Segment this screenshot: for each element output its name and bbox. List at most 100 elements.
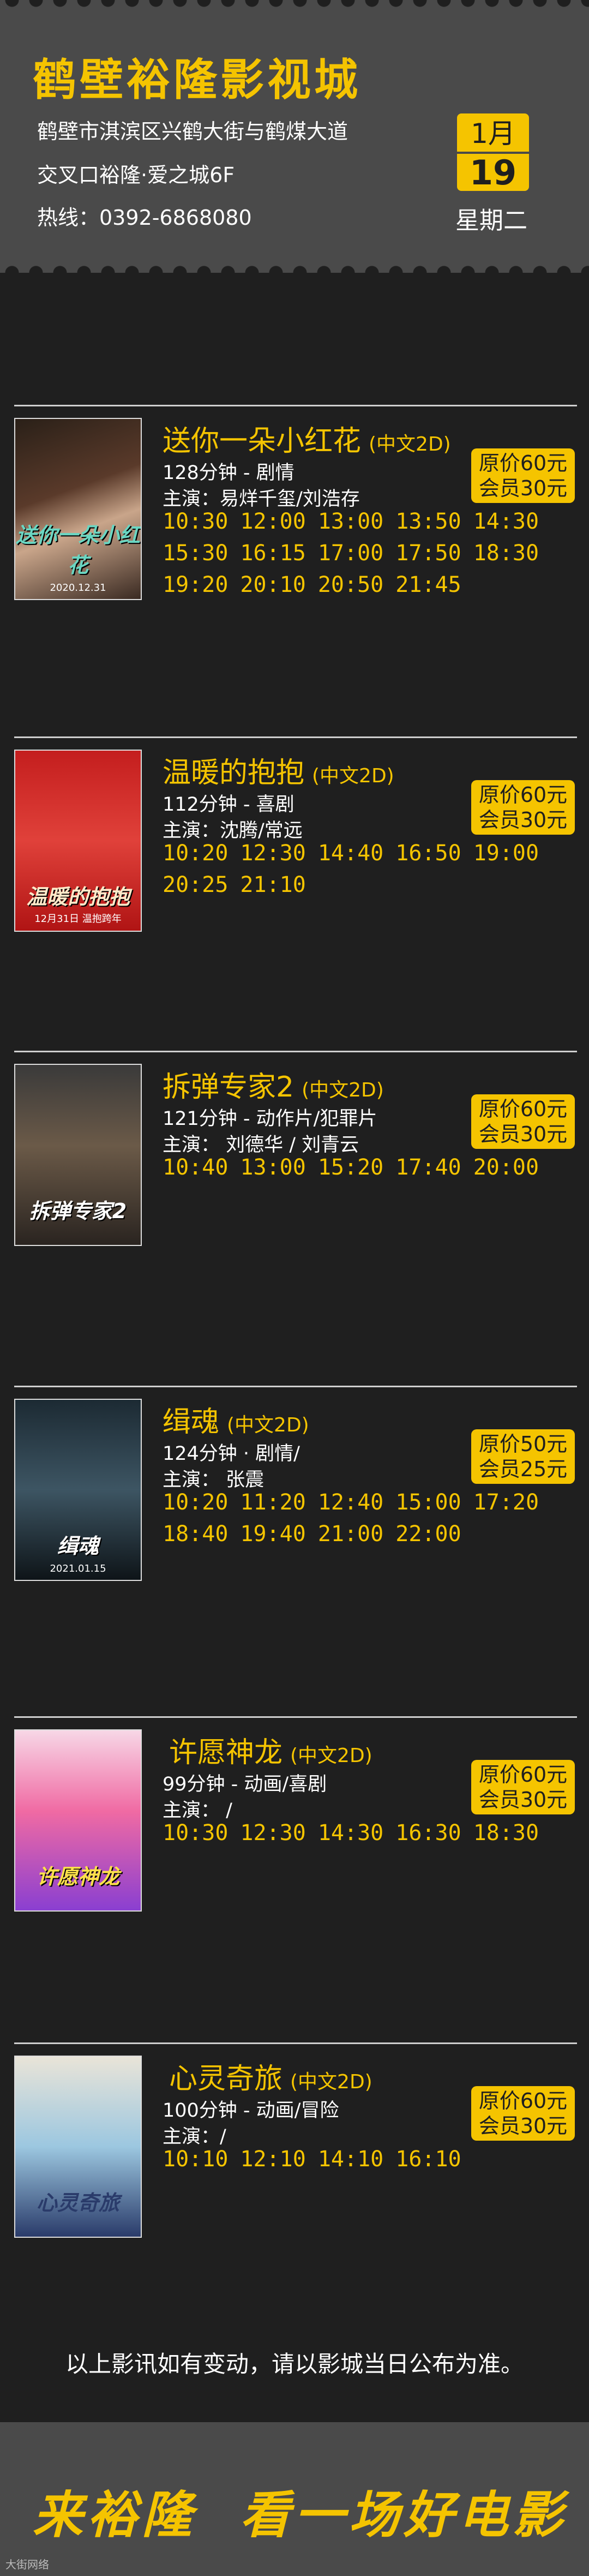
showtime[interactable]: 13:00: [318, 506, 383, 537]
showtime[interactable]: 15:20: [318, 1152, 383, 1183]
price-original: 原价50元: [478, 1432, 568, 1456]
showtime[interactable]: 10:10: [163, 2144, 228, 2174]
movie-poster[interactable]: 送你一朵小红花 2020.12.31: [14, 418, 142, 600]
price-badge: 原价60元 会员30元: [471, 1760, 575, 1814]
showtime[interactable]: 12:40: [318, 1487, 383, 1518]
price-badge: 原价60元 会员30元: [471, 1094, 575, 1149]
showtime[interactable]: 20:10: [240, 570, 305, 600]
movie-title-text: 拆弹专家2: [163, 1071, 294, 1104]
movie-title[interactable]: 缉魂 (中文2D): [163, 1399, 309, 1440]
showtime[interactable]: 16:50: [395, 838, 461, 868]
poster-title: 送你一朵小红花: [15, 523, 140, 577]
address-line-2: 交叉口裕隆·爱之城6F: [37, 163, 235, 187]
showtime[interactable]: 18:30: [473, 538, 539, 568]
showtime[interactable]: 20:00: [473, 1152, 539, 1183]
showtime[interactable]: 16:15: [240, 538, 305, 568]
movie-poster[interactable]: 拆弹专家2: [14, 1064, 142, 1246]
showtime[interactable]: 15:00: [395, 1487, 461, 1518]
showtime[interactable]: 19:00: [473, 838, 539, 868]
movie-info: 100分钟 - 动画/冒险: [163, 2100, 339, 2122]
showtime[interactable]: 10:20: [163, 1487, 228, 1518]
showtime[interactable]: 16:30: [395, 1818, 461, 1848]
movie-format: (中文2D): [302, 1079, 384, 1101]
address-line-1: 鹤壁市淇滨区兴鹤大街与鹤煤大道: [37, 119, 348, 143]
date-badge: 1月 19: [457, 113, 529, 192]
showtime[interactable]: 12:00: [240, 506, 305, 537]
movie-title[interactable]: 心灵奇旅 (中文2D): [169, 2056, 372, 2096]
film-perforation-bottom: [0, 262, 589, 273]
schedule-notice: 以上影讯如有变动，请以影城当日公布为准。: [65, 2351, 524, 2377]
poster-date: 2021.01.15: [50, 1563, 106, 1574]
price-member: 会员30元: [478, 2114, 568, 2138]
showtime[interactable]: 16:10: [395, 2144, 461, 2174]
poster-title: 许愿神龙: [36, 1865, 119, 1889]
showtime[interactable]: 13:50: [395, 506, 461, 537]
showtime[interactable]: 17:20: [473, 1487, 539, 1518]
movie-title[interactable]: 许愿神龙 (中文2D): [169, 1729, 372, 1770]
movie-poster[interactable]: 缉魂 2021.01.15: [14, 1399, 142, 1581]
showtime[interactable]: 10:30: [163, 1818, 228, 1848]
film-perforation-top: [0, 0, 589, 11]
movie-format: (中文2D): [227, 1414, 309, 1436]
movie-poster[interactable]: 心灵奇旅: [14, 2056, 142, 2238]
showtime[interactable]: 14:10: [318, 2144, 383, 2174]
movie-poster[interactable]: 温暖的抱抱 12月31日 温抱跨年: [14, 750, 142, 932]
showtime[interactable]: 21:10: [240, 870, 305, 900]
price-member: 会员30元: [478, 808, 568, 832]
showtime[interactable]: 20:25: [163, 870, 228, 900]
showtime[interactable]: 18:40: [163, 1519, 228, 1549]
showtime[interactable]: 13:00: [240, 1152, 305, 1183]
showtime[interactable]: 19:20: [163, 570, 228, 600]
poster-date: 12月31日 温抱跨年: [34, 913, 122, 925]
showtimes: 10:30 12:30 14:30 16:30 18:30: [163, 1818, 577, 1848]
showtime[interactable]: 10:40: [163, 1152, 228, 1183]
poster-title: 缉魂: [57, 1534, 99, 1558]
divider: [14, 1386, 577, 1387]
movie-format: (中文2D): [369, 433, 451, 456]
showtime[interactable]: 18:30: [473, 1818, 539, 1848]
showtime[interactable]: 15:30: [163, 538, 228, 568]
movie-title[interactable]: 温暖的抱抱 (中文2D): [163, 750, 394, 790]
movie-poster[interactable]: 许愿神龙: [14, 1729, 142, 1912]
poster-title: 心灵奇旅: [36, 2191, 119, 2215]
movie-title-text: 许愿神龙: [169, 1736, 283, 1769]
poster-title: 温暖的抱抱: [26, 885, 130, 909]
showtimes: 10:40 13:00 15:20 17:40 20:00: [163, 1152, 577, 1183]
showtime[interactable]: 17:50: [395, 538, 461, 568]
movie-info: 124分钟 · 剧情/: [163, 1443, 300, 1465]
showtime[interactable]: 12:30: [240, 1818, 305, 1848]
cinema-name: 鹤壁裕隆影视城: [33, 55, 361, 105]
movie-format: (中文2D): [290, 1745, 372, 1767]
showtimes: 10:20 12:30 14:40 16:50 19:00 20:25 21:1…: [163, 838, 577, 900]
showtime[interactable]: 11:20: [240, 1487, 305, 1518]
movie-title[interactable]: 送你一朵小红花 (中文2D): [163, 418, 451, 459]
showtime[interactable]: 21:45: [395, 570, 461, 600]
slogan-right: 看一场好电影: [240, 2485, 568, 2544]
price-badge: 原价60元 会员30元: [471, 2086, 575, 2141]
showtime[interactable]: 19:40: [240, 1519, 305, 1549]
showtime[interactable]: 12:30: [240, 838, 305, 868]
showtime[interactable]: 22:00: [395, 1519, 461, 1549]
showtime[interactable]: 21:00: [318, 1519, 383, 1549]
price-original: 原价60元: [478, 1097, 568, 1121]
showtime[interactable]: 12:10: [240, 2144, 305, 2174]
movie-title[interactable]: 拆弹专家2 (中文2D): [163, 1064, 384, 1105]
poster-date: 2020.12.31: [50, 582, 106, 594]
movie-info: 121分钟 - 动作片/犯罪片: [163, 1108, 377, 1130]
showtime[interactable]: 17:40: [395, 1152, 461, 1183]
divider: [14, 1051, 577, 1052]
showtime[interactable]: 20:50: [318, 570, 383, 600]
showtime[interactable]: 17:00: [318, 538, 383, 568]
showtime[interactable]: 10:30: [163, 506, 228, 537]
showtime[interactable]: 10:20: [163, 838, 228, 868]
movie-info: 128分钟 - 剧情: [163, 462, 294, 484]
header-panel: 鹤壁裕隆影视城 鹤壁市淇滨区兴鹤大街与鹤煤大道 交叉口裕隆·爱之城6F 热线：0…: [0, 0, 589, 273]
price-original: 原价60元: [478, 783, 568, 807]
slogan-left: 来裕隆: [33, 2485, 197, 2544]
showtime[interactable]: 14:30: [318, 1818, 383, 1848]
showtime[interactable]: 14:30: [473, 506, 539, 537]
footer-panel: 来裕隆 看一场好电影 大街网络: [0, 2422, 589, 2576]
showtime[interactable]: 14:40: [318, 838, 383, 868]
divider: [14, 2042, 577, 2044]
price-member: 会员30元: [478, 1122, 568, 1146]
